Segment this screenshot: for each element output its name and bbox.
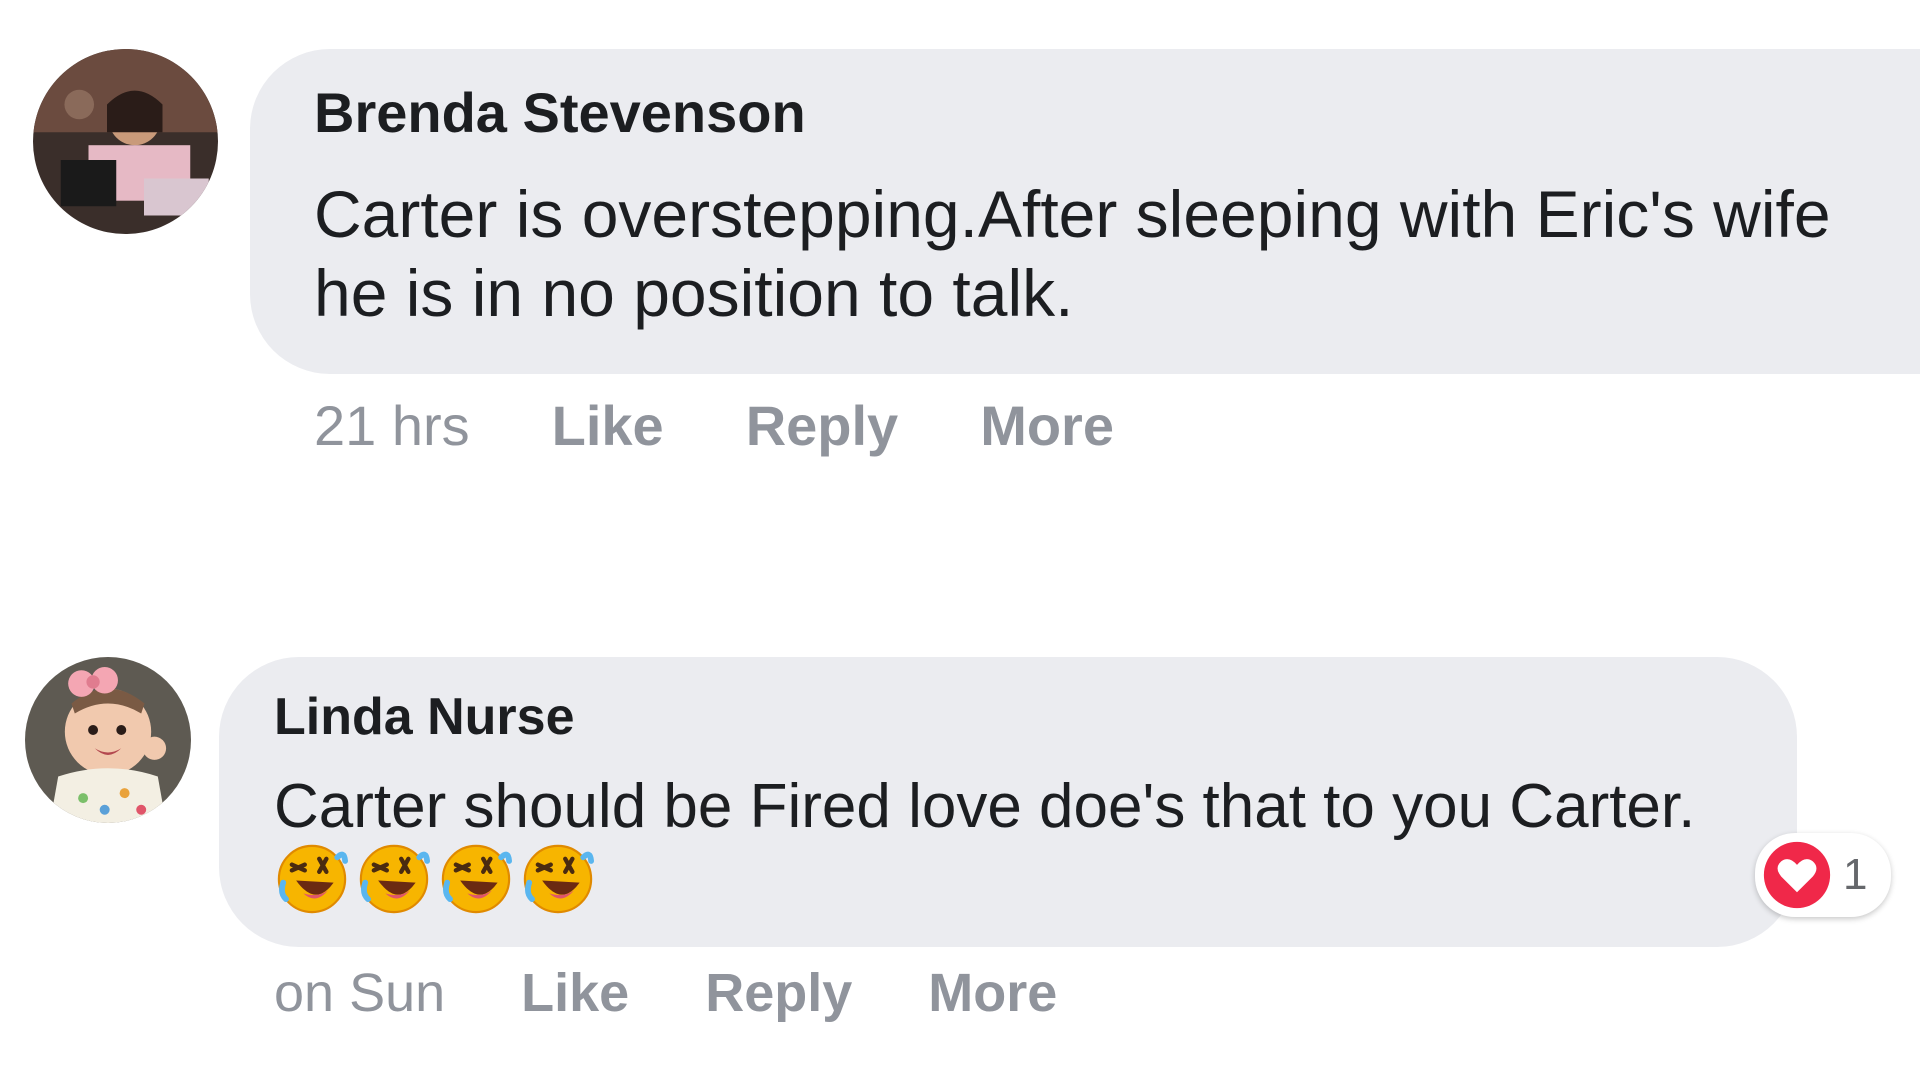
comment-timestamp[interactable]: 21 hrs	[314, 393, 470, 458]
heart-reaction-icon	[1763, 841, 1831, 909]
comment-text: Carter is overstepping.After sleeping wi…	[314, 177, 1831, 331]
rolling-laughing-emoji-icon	[441, 844, 512, 914]
rolling-laughing-emoji-icon	[523, 844, 594, 914]
rolling-laughing-emoji-icon	[359, 844, 430, 914]
avatar-photo	[33, 49, 218, 234]
comment-text: Carter should be Fired love doe's that t…	[274, 772, 1696, 841]
comment-timestamp[interactable]: on Sun	[274, 962, 445, 1024]
like-button[interactable]: Like	[552, 393, 664, 458]
avatar[interactable]	[33, 49, 218, 234]
more-button[interactable]: More	[980, 393, 1114, 458]
more-button[interactable]: More	[928, 962, 1057, 1024]
comment-author[interactable]: Brenda Stevenson	[314, 80, 806, 145]
reply-button[interactable]: Reply	[746, 393, 899, 458]
reaction-summary[interactable]: 1	[1755, 833, 1891, 917]
comment-actions: on Sun Like Reply More	[274, 962, 1057, 1024]
emoji-row	[276, 843, 594, 915]
rolling-laughing-emoji-icon	[277, 844, 348, 914]
comments-page: Brenda Stevenson Carter is overstepping.…	[0, 0, 1920, 1080]
avatar[interactable]	[25, 657, 191, 823]
like-button[interactable]: Like	[521, 962, 629, 1024]
comment-actions: 21 hrs Like Reply More	[314, 393, 1114, 458]
avatar-photo	[25, 657, 191, 823]
comment-author[interactable]: Linda Nurse	[274, 687, 575, 747]
reply-button[interactable]: Reply	[705, 962, 852, 1024]
reaction-count: 1	[1843, 850, 1868, 899]
